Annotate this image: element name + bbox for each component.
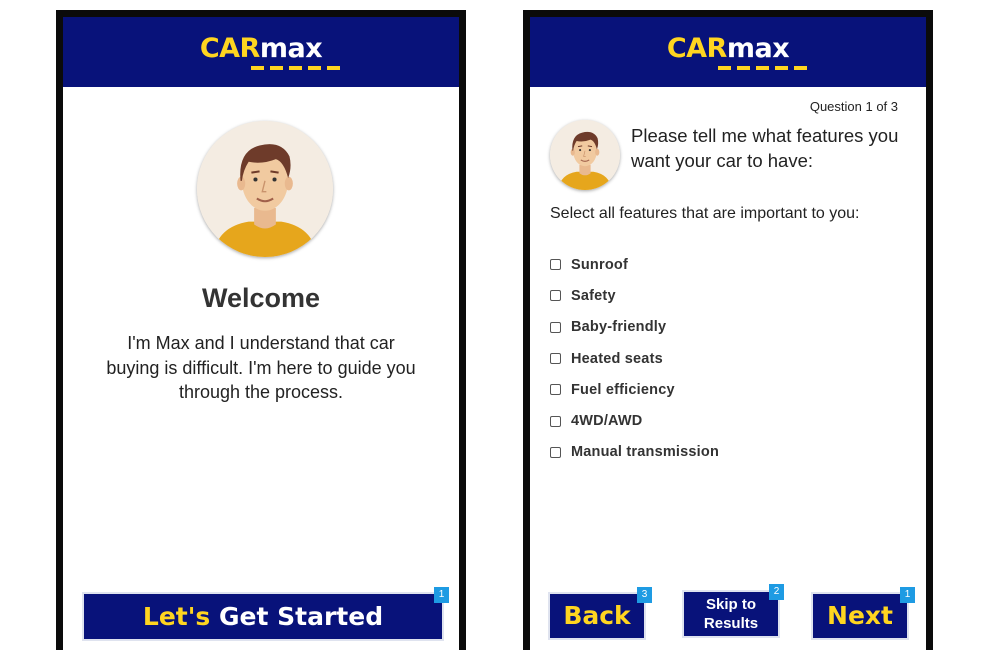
option-safety[interactable]: Safety bbox=[550, 280, 719, 311]
option-fuel-efficiency[interactable]: Fuel efficiency bbox=[550, 374, 719, 405]
logo-dashes bbox=[718, 66, 808, 70]
welcome-title: Welcome bbox=[201, 283, 321, 313]
get-started-label-yellow: Let's bbox=[142, 602, 211, 631]
app-header: CARmax bbox=[63, 17, 459, 87]
skip-to-results-button[interactable]: Skip to Results bbox=[684, 592, 778, 636]
option-sunroof[interactable]: Sunroof bbox=[550, 249, 719, 280]
checkbox-icon[interactable] bbox=[550, 259, 561, 271]
option-baby-friendly[interactable]: Baby-friendly bbox=[550, 312, 719, 343]
feature-options: Sunroof Safety Baby-friendly Heated seat… bbox=[550, 249, 719, 468]
app-header: CARmax bbox=[530, 17, 926, 87]
get-started-badge: 1 bbox=[434, 587, 449, 603]
checkbox-icon[interactable] bbox=[550, 384, 561, 396]
get-started-button[interactable]: Let's Get Started bbox=[84, 594, 442, 639]
back-badge: 3 bbox=[637, 587, 652, 603]
option-manual-transmission[interactable]: Manual transmission bbox=[550, 437, 719, 468]
option-heated-seats[interactable]: Heated seats bbox=[550, 343, 719, 374]
question-counter: Question 1 of 3 bbox=[809, 99, 898, 114]
skip-badge: 2 bbox=[769, 584, 784, 600]
next-badge: 1 bbox=[900, 587, 915, 603]
instruction-text: Select all features that are important t… bbox=[550, 205, 860, 222]
back-button[interactable]: Back bbox=[550, 594, 644, 638]
option-label: Safety bbox=[571, 287, 616, 304]
option-label: Manual transmission bbox=[571, 444, 720, 461]
logo-dashes bbox=[251, 66, 341, 70]
next-button[interactable]: Next bbox=[813, 594, 907, 638]
question-screen: CARmax Question 1 of 3 Please tell me wh… bbox=[523, 10, 933, 650]
max-avatar-icon bbox=[197, 121, 333, 257]
skip-label-line2: Results bbox=[703, 615, 759, 632]
checkbox-icon[interactable] bbox=[550, 290, 561, 302]
option-4wd-awd[interactable]: 4WD/AWD bbox=[550, 405, 719, 436]
skip-label-line1: Skip to bbox=[705, 596, 756, 613]
max-avatar-icon bbox=[550, 120, 620, 190]
checkbox-icon[interactable] bbox=[550, 321, 561, 333]
carmax-logo: CARmax bbox=[666, 33, 790, 64]
option-label: 4WD/AWD bbox=[571, 413, 643, 430]
welcome-screen: CARmax Welcome I'm Max and I understand … bbox=[56, 10, 466, 650]
option-label: Sunroof bbox=[571, 256, 628, 273]
intro-text: I'm Max and I understand that car buying… bbox=[106, 333, 416, 402]
option-label: Fuel efficiency bbox=[571, 381, 675, 398]
checkbox-icon[interactable] bbox=[550, 446, 561, 458]
checkbox-icon[interactable] bbox=[550, 415, 561, 427]
option-label: Baby-friendly bbox=[571, 319, 667, 336]
option-label: Heated seats bbox=[571, 350, 663, 367]
get-started-label-white: Get Started bbox=[219, 602, 384, 631]
question-text: Please tell me what features you want yo… bbox=[631, 125, 899, 171]
carmax-logo: CARmax bbox=[199, 33, 323, 64]
checkbox-icon[interactable] bbox=[550, 353, 561, 365]
